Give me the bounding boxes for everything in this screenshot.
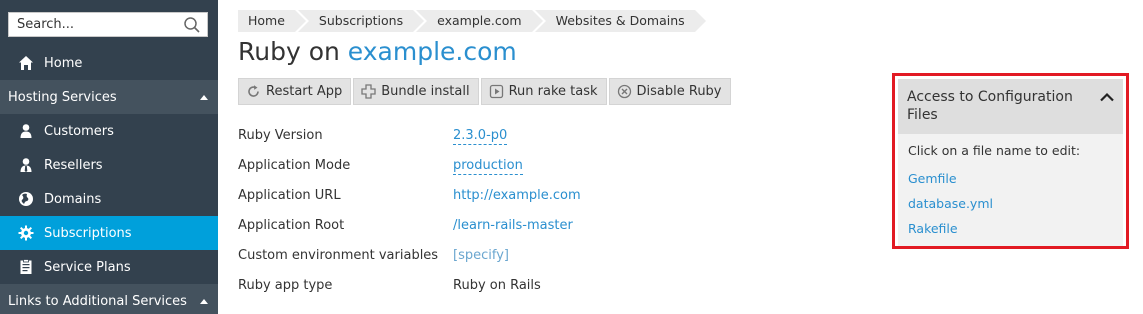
- run-icon: [489, 84, 503, 99]
- disable-ruby-label: Disable Ruby: [636, 84, 722, 99]
- search-icon[interactable]: [183, 16, 201, 34]
- page-title-prefix: Ruby on: [238, 37, 340, 66]
- property-row-app-root: Application Root /learn-rails-master: [238, 215, 738, 237]
- sidebar-item-service-plans[interactable]: Service Plans: [0, 250, 218, 284]
- run-rake-task-button[interactable]: Run rake task: [480, 78, 607, 105]
- user-icon: [16, 121, 36, 141]
- app-mode-selector[interactable]: production: [453, 158, 523, 175]
- bundle-install-label: Bundle install: [381, 84, 470, 99]
- page-title: Ruby on example.com: [238, 37, 517, 66]
- reseller-icon: [16, 155, 36, 175]
- sidebar-item-label: Subscriptions: [44, 225, 132, 241]
- restart-app-label: Restart App: [266, 84, 343, 99]
- app-type-value: Ruby on Rails: [453, 278, 541, 293]
- gemfile-link[interactable]: Gemfile: [908, 171, 1123, 186]
- property-label: Application Mode: [238, 158, 351, 173]
- sidebar-item-home[interactable]: Home: [0, 46, 218, 80]
- property-label: Ruby app type: [238, 278, 333, 293]
- sidebar-item-subscriptions[interactable]: Subscriptions: [0, 216, 218, 250]
- database-yml-link[interactable]: database.yml: [908, 196, 1123, 211]
- ruby-version-selector[interactable]: 2.3.0-p0: [453, 128, 508, 145]
- property-label: Application Root: [238, 218, 345, 233]
- sidebar-group-hosting-services[interactable]: Hosting Services: [0, 80, 218, 114]
- home-icon: [16, 53, 36, 73]
- config-files-panel-highlight: Access to Configuration Files Click on a…: [892, 73, 1129, 249]
- disable-icon: [617, 84, 631, 99]
- collapse-caret-icon: [200, 94, 208, 100]
- chevron-up-icon[interactable]: [1099, 91, 1115, 103]
- globe-icon: [16, 189, 36, 209]
- page-title-domain-link[interactable]: example.com: [348, 37, 517, 66]
- toolbar: Restart App Bundle install Run rake task…: [238, 78, 733, 105]
- config-files-panel-title: Access to Configuration Files: [907, 89, 1073, 123]
- restart-icon: [248, 85, 259, 97]
- bundle-icon: [361, 84, 376, 99]
- app-url-link[interactable]: http://example.com: [453, 188, 581, 203]
- property-label: Application URL: [238, 188, 341, 203]
- run-rake-task-label: Run rake task: [508, 84, 598, 99]
- plan-icon: [16, 257, 36, 277]
- rakefile-link[interactable]: Rakefile: [908, 221, 1123, 236]
- gear-icon: [16, 223, 36, 243]
- breadcrumb-subscriptions[interactable]: Subscriptions: [297, 10, 425, 32]
- property-row-env-vars: Custom environment variables [specify]: [238, 245, 738, 267]
- sidebar-item-resellers[interactable]: Resellers: [0, 148, 218, 182]
- breadcrumb-websites-domains[interactable]: Websites & Domains: [534, 10, 706, 32]
- breadcrumb-domain[interactable]: example.com: [416, 10, 544, 32]
- config-files-panel-body: Click on a file name to edit: Gemfile da…: [898, 134, 1123, 246]
- collapse-caret-icon: [200, 298, 208, 304]
- sidebar-item-customers[interactable]: Customers: [0, 114, 218, 148]
- sidebar-item-label: Domains: [44, 191, 102, 207]
- sidebar-group-label: Links to Additional Services: [8, 293, 187, 309]
- config-files-panel-header[interactable]: Access to Configuration Files: [898, 79, 1123, 134]
- breadcrumb-home[interactable]: Home: [238, 10, 306, 32]
- property-label: Ruby Version: [238, 128, 323, 143]
- search-box: [8, 12, 208, 37]
- property-row-ruby-version: Ruby Version 2.3.0-p0: [238, 125, 738, 147]
- config-files-hint: Click on a file name to edit:: [908, 143, 1081, 158]
- search-input[interactable]: [9, 13, 174, 36]
- sidebar-item-label: Service Plans: [44, 259, 131, 275]
- property-row-app-url: Application URL http://example.com: [238, 185, 738, 207]
- property-row-app-mode: Application Mode production: [238, 155, 738, 177]
- sidebar-item-label: Customers: [44, 123, 114, 139]
- sidebar: Home Hosting Services Customers Reseller…: [0, 0, 218, 314]
- breadcrumb: Home Subscriptions example.com Websites …: [238, 10, 709, 32]
- sidebar-item-label: Home: [44, 55, 83, 71]
- bundle-install-button[interactable]: Bundle install: [353, 78, 479, 105]
- specify-env-vars-link[interactable]: [specify]: [453, 248, 509, 263]
- restart-app-button[interactable]: Restart App: [238, 78, 352, 105]
- sidebar-group-label: Hosting Services: [8, 89, 117, 105]
- disable-ruby-button[interactable]: Disable Ruby: [608, 78, 731, 105]
- property-row-app-type: Ruby app type Ruby on Rails: [238, 275, 738, 297]
- sidebar-group-additional-services[interactable]: Links to Additional Services: [0, 284, 218, 314]
- sidebar-item-label: Resellers: [44, 157, 103, 173]
- sidebar-item-domains[interactable]: Domains: [0, 182, 218, 216]
- app-root-link[interactable]: /learn-rails-master: [453, 218, 573, 233]
- property-label: Custom environment variables: [238, 248, 439, 263]
